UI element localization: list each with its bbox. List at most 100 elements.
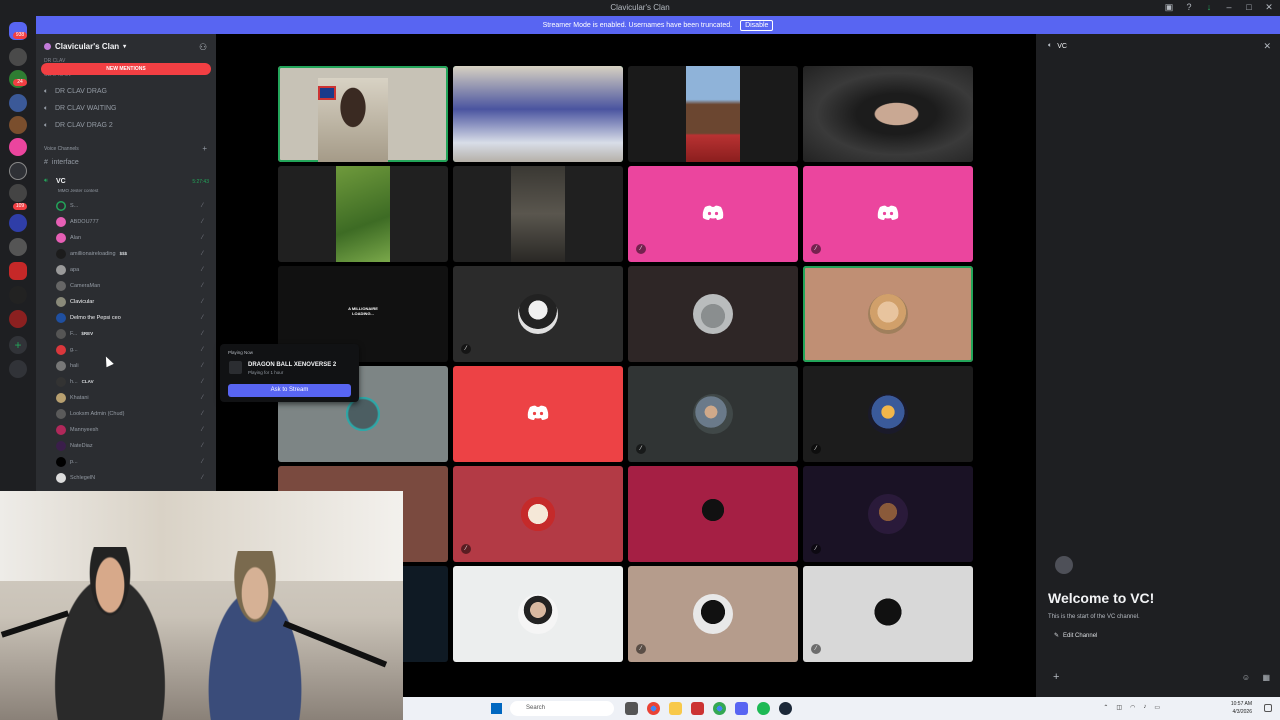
video-tile[interactable]: ⁄ <box>628 566 798 662</box>
video-tile[interactable] <box>278 166 448 262</box>
add-server-icon[interactable]: + <box>9 336 27 354</box>
video-tile[interactable] <box>278 66 448 162</box>
close-panel-icon[interactable]: ✕ <box>1263 41 1271 52</box>
voice-member[interactable]: ABDOU777 ⁄ <box>56 215 212 228</box>
ask-to-stream-button[interactable]: Ask to Stream <box>228 384 351 397</box>
voice-member[interactable]: Mannyeesh ⁄ <box>56 423 212 436</box>
server-icon[interactable] <box>9 286 27 304</box>
voice-member[interactable]: p... ⁄ <box>56 455 212 468</box>
member-tag: CLAV <box>81 379 94 384</box>
voice-member[interactable]: h... CLAV ⁄ <box>56 375 212 388</box>
voice-channels-category[interactable]: Voice Channels <box>44 146 79 152</box>
video-tile[interactable] <box>453 166 623 262</box>
server-icon[interactable] <box>9 116 27 134</box>
server-icon[interactable] <box>9 262 27 280</box>
member-name: Looksm Admin (Chud) <box>70 410 125 417</box>
maximize-icon[interactable]: □ <box>1244 2 1254 13</box>
video-tile[interactable]: ⁄ <box>803 166 973 262</box>
server-icon[interactable] <box>9 48 27 66</box>
voice-member[interactable]: S... ⁄ <box>56 199 212 212</box>
video-tile[interactable] <box>628 466 798 562</box>
download-icon[interactable]: ↓ <box>1204 2 1214 13</box>
invite-people-icon[interactable]: ⚇ <box>199 42 209 52</box>
welcome-heading: Welcome to VC! <box>1048 590 1155 606</box>
text-channel-item[interactable]: # interface <box>44 159 79 166</box>
app-icon[interactable] <box>691 702 704 715</box>
close-window-icon[interactable]: ✕ <box>1264 2 1274 13</box>
voice-channel-item[interactable]: 🔈︎ DR CLAV DRAG 2 <box>44 122 113 129</box>
video-tile[interactable]: ⁄ <box>803 466 973 562</box>
voice-channel-item[interactable]: 🔈︎ DR CLAV WAITING <box>44 105 116 112</box>
voice-member[interactable]: Clavicular ⁄ <box>56 295 212 308</box>
voice-member[interactable]: NateDiaz ⁄ <box>56 439 212 452</box>
voice-member[interactable]: F... $REV ⁄ <box>56 327 212 340</box>
server-dot-icon <box>44 43 51 50</box>
voice-member[interactable]: apa ⁄ <box>56 263 212 276</box>
browser-icon[interactable] <box>713 702 726 715</box>
server-icon[interactable] <box>9 162 27 180</box>
unread-badge: 109 <box>13 203 27 210</box>
server-icon[interactable] <box>9 310 27 328</box>
disable-streamer-mode-button[interactable]: Disable <box>740 19 774 31</box>
apps-icon[interactable]: ▦ <box>1262 673 1270 682</box>
video-tile[interactable] <box>628 266 798 362</box>
muted-mic-icon: ⁄ <box>202 298 204 305</box>
chevron-up-icon[interactable]: ⌃ <box>1103 704 1108 711</box>
video-tile[interactable]: ⁄ <box>453 266 623 362</box>
video-tile[interactable] <box>803 66 973 162</box>
new-mentions-pill[interactable]: NEW MENTIONS <box>41 63 211 75</box>
notifications-icon[interactable] <box>1264 704 1272 712</box>
file-explorer-icon[interactable] <box>669 702 682 715</box>
steam-icon[interactable] <box>779 702 792 715</box>
task-view-icon[interactable] <box>625 702 638 715</box>
member-name: NateDiaz <box>70 442 93 449</box>
video-tile[interactable]: ⁄ <box>628 366 798 462</box>
help-icon[interactable]: ? <box>1184 2 1194 13</box>
edit-channel-link[interactable]: ✎ Edit Channel <box>1054 632 1097 640</box>
voice-member[interactable]: CameraMan ⁄ <box>56 279 212 292</box>
server-icon[interactable] <box>9 184 27 202</box>
add-attachment-icon[interactable]: + <box>1053 671 1059 683</box>
voice-member[interactable]: Looksm Admin (Chud) ⁄ <box>56 407 212 420</box>
taskbar-search[interactable]: Search <box>510 701 614 716</box>
spotify-icon[interactable] <box>757 702 770 715</box>
voice-channel-item[interactable]: 🔈︎ DR CLAV DRAG <box>44 88 107 95</box>
server-icon[interactable] <box>9 238 27 256</box>
wifi-icon[interactable]: ◠ <box>1130 704 1135 711</box>
video-tile[interactable] <box>453 366 623 462</box>
inbox-icon[interactable]: ▣ <box>1164 2 1174 13</box>
start-button-icon[interactable] <box>491 703 502 714</box>
voice-member[interactable]: Khatani ⁄ <box>56 391 212 404</box>
video-tile[interactable]: ⁄ <box>628 166 798 262</box>
video-tile[interactable]: ⁄ <box>803 366 973 462</box>
server-icon[interactable] <box>9 94 27 112</box>
battery-icon[interactable]: ▭ <box>1154 704 1160 711</box>
discord-taskbar-icon[interactable] <box>735 702 748 715</box>
server-icon[interactable] <box>9 214 27 232</box>
voice-member[interactable]: amillionaireloading $$$ ⁄ <box>56 247 212 260</box>
server-icon-selected[interactable] <box>9 138 27 156</box>
discover-icon[interactable] <box>9 360 27 378</box>
emoji-icon[interactable]: ☺ <box>1242 673 1250 682</box>
voice-member[interactable]: Delmo the Pepsi ceo ⁄ <box>56 311 212 324</box>
voice-member[interactable]: g... ⁄ <box>56 343 212 356</box>
active-voice-channel[interactable]: 🔊︎ VC 5:27:43 MMO Jester contest <box>44 176 212 198</box>
video-tile[interactable]: ⁄ <box>453 466 623 562</box>
volume-icon[interactable]: ♪ <box>1143 704 1146 711</box>
minimize-icon[interactable]: – <box>1224 2 1234 13</box>
taskbar-clock[interactable]: 10:57 AM 4/3/2026 <box>1231 700 1252 716</box>
network-icon[interactable]: ◫ <box>1116 704 1122 711</box>
video-tile[interactable]: ⁄ <box>803 566 973 662</box>
video-tile[interactable] <box>453 566 623 662</box>
chrome-icon[interactable] <box>647 702 660 715</box>
video-tile[interactable] <box>628 66 798 162</box>
discord-window: Clavicular's Clan ▣ ? ↓ – □ ✕ Streamer M… <box>0 0 1280 720</box>
add-channel-icon[interactable]: + <box>202 144 207 153</box>
video-tile[interactable] <box>803 266 973 362</box>
voice-member[interactable]: Alan ⁄ <box>56 231 212 244</box>
voice-member[interactable]: SchlegelN ⁄ <box>56 471 212 484</box>
video-tile[interactable] <box>453 66 623 162</box>
server-header[interactable]: Clavicular's Clan ▾ <box>44 42 126 51</box>
person-left <box>40 547 180 720</box>
voice-member[interactable]: hali ⁄ <box>56 359 212 372</box>
